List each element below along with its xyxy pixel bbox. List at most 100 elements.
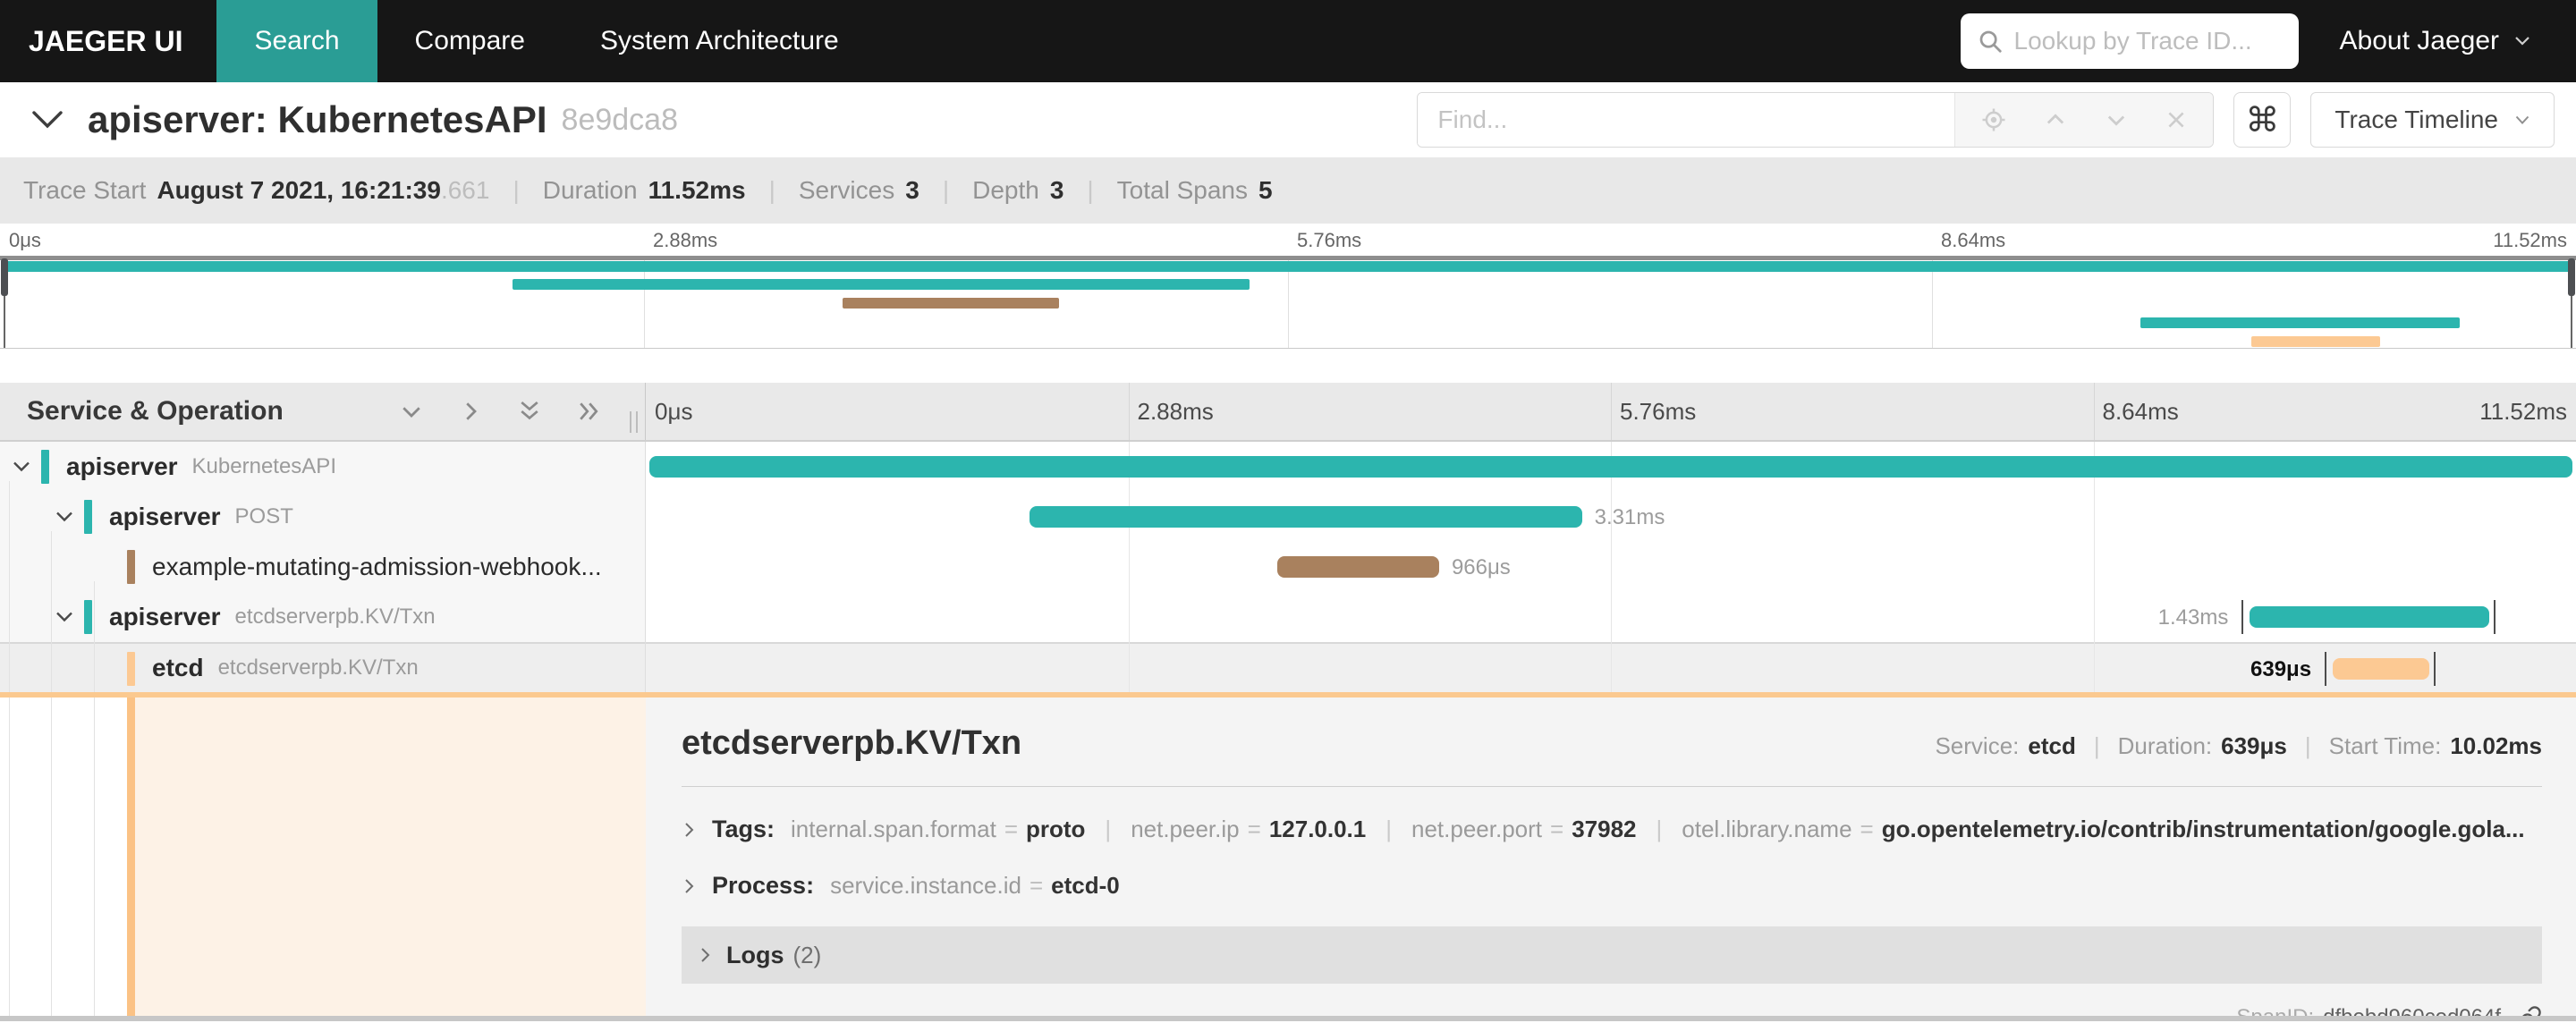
tag-key: service.instance.id bbox=[830, 872, 1021, 899]
span-duration-label: 3.31ms bbox=[1594, 505, 1665, 529]
logs-label: Logs bbox=[726, 941, 784, 968]
minimap-span-bar bbox=[4, 261, 2572, 272]
span-name-row[interactable]: apiserver KubernetesAPI bbox=[0, 442, 645, 492]
process-label: Process: bbox=[712, 872, 815, 899]
span-service-name: apiserver bbox=[109, 603, 221, 630]
span-name-row[interactable]: apiserver POST bbox=[0, 492, 645, 542]
span-detail-left-column bbox=[0, 698, 646, 1018]
logs-toggle[interactable]: Logs (2) bbox=[682, 926, 2542, 984]
nav-tabs: Search Compare System Architecture bbox=[216, 0, 876, 82]
time-tick-label: 8.64ms bbox=[1941, 229, 2006, 251]
view-selector-button[interactable]: Trace Timeline bbox=[2310, 92, 2555, 148]
minimap-scrubber-handle[interactable] bbox=[2568, 258, 2575, 296]
trace-lookup-input[interactable] bbox=[2013, 27, 2283, 55]
tag-value: 37982 bbox=[1572, 816, 1637, 842]
timeline-gridline bbox=[1611, 383, 1612, 440]
trace-summary: Trace Start August 7 2021, 16:21:39.661 | D… bbox=[0, 157, 2576, 224]
tag-key: internal.span.format bbox=[791, 816, 996, 842]
timeline-gridline bbox=[2093, 383, 2095, 440]
find-addon bbox=[1954, 93, 2214, 147]
span-operation-name: etcdserverpb.KV/Txn bbox=[217, 655, 419, 680]
tag-value: 127.0.0.1 bbox=[1268, 816, 1367, 842]
span-bar[interactable] bbox=[1276, 556, 1439, 578]
summary-separator: | bbox=[768, 176, 775, 204]
summary-separator: | bbox=[1087, 176, 1094, 204]
search-icon bbox=[1977, 28, 2004, 55]
span-edge-tick bbox=[2493, 600, 2496, 634]
tree-guide-line bbox=[51, 698, 52, 1018]
span-duration-label: 639μs bbox=[2250, 657, 2312, 681]
span-bars-column: 3.31ms 966μs 1.43ms 639μs bbox=[646, 442, 2576, 692]
span-edge-tick bbox=[2241, 600, 2244, 634]
prev-result-icon[interactable] bbox=[2025, 107, 2086, 132]
span-duration-label: 966μs bbox=[1451, 555, 1511, 579]
span-color-bar bbox=[41, 450, 49, 484]
span-name-row[interactable]: apiserver etcdserverpb.KV/Txn bbox=[0, 592, 645, 642]
trace-title: apiserver: KubernetesAPI bbox=[88, 98, 547, 140]
span-bar[interactable] bbox=[2250, 606, 2489, 628]
chevron-down-icon[interactable] bbox=[55, 611, 73, 623]
summary-separator: | bbox=[513, 176, 520, 204]
minimap-ruler: 0μs 2.88ms 5.76ms 8.64ms 11.52ms bbox=[0, 224, 2576, 256]
minimap-scrubber-handle[interactable] bbox=[1, 258, 8, 296]
equals-sign: = bbox=[1004, 816, 1018, 842]
summary-item-label: Total Spans bbox=[1116, 176, 1248, 204]
span-service-name: etcd bbox=[152, 654, 204, 681]
chevron-down-icon[interactable] bbox=[55, 511, 73, 523]
time-tick-label: 8.64ms bbox=[2102, 398, 2179, 425]
chevron-down-icon[interactable] bbox=[13, 461, 30, 473]
nav-tab-system-architecture[interactable]: System Architecture bbox=[563, 0, 877, 82]
find-input[interactable] bbox=[1418, 93, 1955, 147]
kv-separator: | bbox=[1385, 816, 1393, 842]
time-tick-label: 11.52ms bbox=[2493, 229, 2567, 251]
timeline-gridline bbox=[1288, 260, 1289, 348]
span-bar[interactable] bbox=[1030, 506, 1582, 528]
keyboard-shortcuts-button[interactable]: ⌘ bbox=[2233, 92, 2292, 148]
trace-minimap[interactable] bbox=[0, 256, 2576, 349]
time-tick-label: 2.88ms bbox=[1137, 398, 1214, 425]
span-bar[interactable] bbox=[649, 456, 2572, 478]
span-detail-row: etcdserverpb.KV/Txn Service: etcd | Duratio… bbox=[0, 692, 2576, 1018]
span-name-row[interactable]: etcd etcdserverpb.KV/Txn bbox=[0, 642, 645, 692]
span-service-name: apiserver bbox=[66, 452, 178, 480]
collapse-all-double-chevron-down-icon[interactable] bbox=[516, 398, 543, 425]
timeline-header-row: Service & Operation 0μs 2.88ms 5.76ms 8.64m… bbox=[0, 383, 2576, 442]
summary-item-label: Duration bbox=[542, 176, 638, 204]
tags-row[interactable]: Tags: internal.span.format = proto | net.pee… bbox=[682, 816, 2542, 843]
trace-lookup bbox=[1960, 13, 2299, 69]
collapse-trace-chevron-icon[interactable] bbox=[30, 108, 64, 131]
column-resizer[interactable] bbox=[630, 411, 638, 433]
expand-one-chevron-right-icon[interactable] bbox=[457, 398, 484, 425]
summary-item-value: 3 bbox=[1049, 176, 1064, 204]
bottom-scroll-strip[interactable] bbox=[0, 1016, 2576, 1021]
brand[interactable]: JAEGER UI bbox=[0, 0, 216, 82]
time-tick-label: 0μs bbox=[655, 398, 693, 425]
span-operation-name: POST bbox=[234, 504, 293, 528]
next-result-icon[interactable] bbox=[2086, 107, 2147, 132]
chevron-down-icon bbox=[2515, 115, 2529, 124]
time-tick-label: 5.76ms bbox=[1620, 398, 1697, 425]
focus-target-icon[interactable] bbox=[1962, 106, 2025, 133]
summary-item-suffix: .661 bbox=[440, 176, 490, 204]
equals-sign: = bbox=[1550, 816, 1564, 842]
span-name-row[interactable]: example-mutating-admission-webhook... bbox=[0, 542, 645, 592]
selected-span-color-stripe bbox=[127, 698, 135, 1018]
process-row[interactable]: Process: service.instance.id = etcd-0 bbox=[682, 872, 2542, 900]
chevron-right-icon[interactable] bbox=[682, 821, 698, 839]
expand-all-double-chevron-right-icon[interactable] bbox=[575, 398, 602, 425]
nav-tab-compare[interactable]: Compare bbox=[377, 0, 563, 82]
detail-meta-value: 639μs bbox=[2221, 732, 2287, 759]
collapse-one-chevron-down-icon[interactable] bbox=[398, 398, 425, 425]
chevron-right-icon[interactable] bbox=[682, 877, 698, 895]
timeline-gridline bbox=[1128, 442, 1130, 692]
span-service-name: example-mutating-admission-webhook... bbox=[152, 553, 602, 580]
top-nav: JAEGER UI Search Compare System Architectu… bbox=[0, 0, 2576, 82]
clear-search-icon[interactable] bbox=[2147, 108, 2206, 131]
span-bar[interactable] bbox=[2333, 658, 2429, 680]
nav-tab-search[interactable]: Search bbox=[216, 0, 377, 82]
about-jaeger-menu[interactable]: About Jaeger bbox=[2340, 26, 2531, 56]
summary-item-value: 5 bbox=[1258, 176, 1273, 204]
tree-controls bbox=[398, 398, 632, 425]
chevron-right-icon bbox=[698, 946, 714, 964]
equals-sign: = bbox=[1029, 872, 1044, 899]
